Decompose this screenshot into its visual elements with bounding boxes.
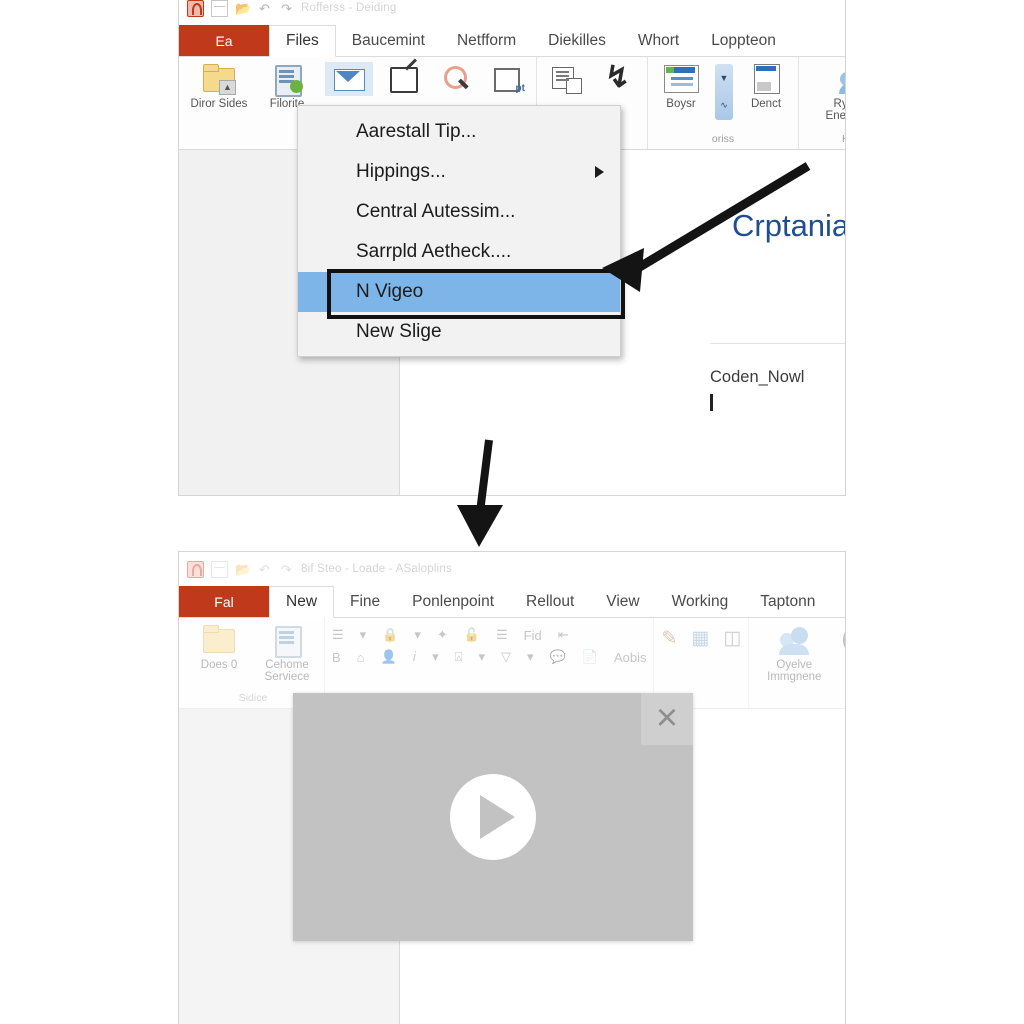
arrow-to-bottom-window [457,439,503,547]
screenshot-root: 📂 ↶ ↷ Rofferss - Deiding Ea Files Baucem… [0,0,1024,1024]
arrow-shaft [476,439,493,513]
